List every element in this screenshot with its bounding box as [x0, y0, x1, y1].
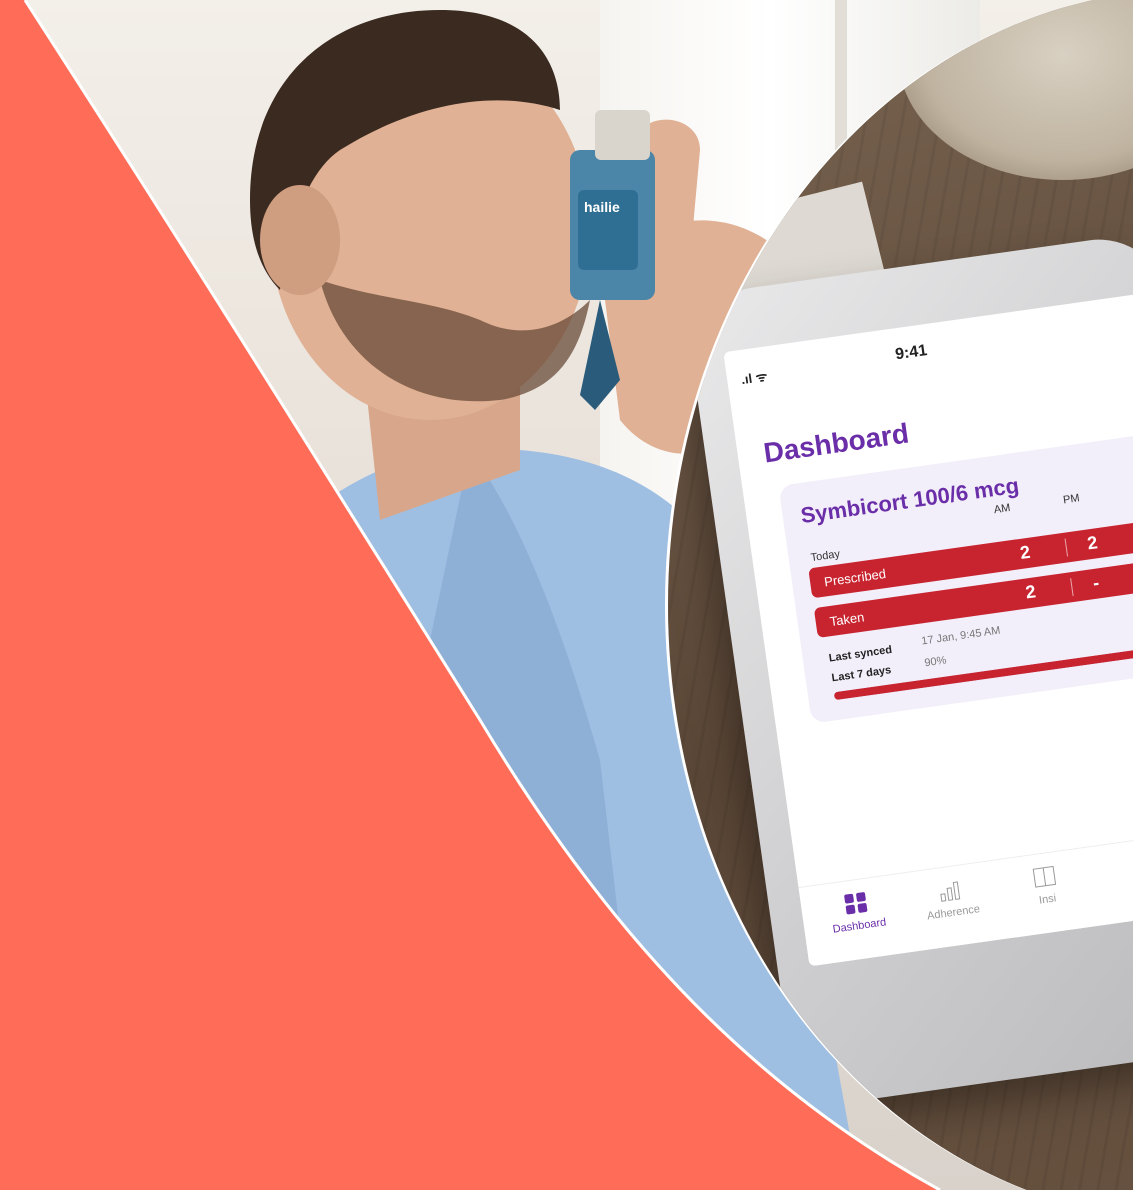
- grid-icon: [844, 892, 868, 915]
- taken-pm: -: [1091, 572, 1101, 594]
- last-synced-value: 17 Jan, 9:45 AM: [920, 624, 1002, 648]
- divider: [1070, 578, 1074, 597]
- am-header: AM: [993, 501, 1012, 517]
- tab-dashboard[interactable]: Dashboard: [810, 886, 905, 938]
- prescribed-label: Prescribed: [823, 565, 887, 590]
- tab-adherence[interactable]: Adherence: [904, 873, 999, 925]
- last-7-days-value: 90%: [923, 654, 948, 670]
- prescribed-pm: 2: [1086, 532, 1099, 554]
- calendar-icon: [1032, 865, 1057, 888]
- bar-chart-icon: [940, 881, 961, 902]
- medication-name: Symbicort 100/6 mcg: [799, 472, 1021, 529]
- taken-label: Taken: [828, 609, 866, 630]
- today-label: Today: [809, 548, 841, 565]
- taken-am: 2: [1024, 581, 1038, 603]
- tab-label: Dashboard: [831, 916, 887, 936]
- tab-insights[interactable]: Insi: [998, 860, 1093, 912]
- pm-header: PM: [1062, 492, 1081, 507]
- hero-image: hailie .ıl ᯤ 9:41 Dashboard Symbicort 10…: [0, 0, 1133, 1190]
- tab-label: Insi: [1038, 892, 1057, 907]
- status-bar: .ıl ᯤ 9:41: [726, 309, 1133, 394]
- phone-circle: .ıl ᯤ 9:41 Dashboard Symbicort 100/6 mcg…: [665, 0, 1133, 1190]
- divider: [1064, 538, 1069, 557]
- medication-card[interactable]: Symbicort 100/6 mcg AM PM Today Prescrib…: [778, 427, 1133, 724]
- tab-label: Adherence: [926, 903, 981, 923]
- phone-screen: .ıl ᯤ 9:41 Dashboard Symbicort 100/6 mcg…: [723, 291, 1133, 967]
- last-synced-label: Last synced: [828, 643, 893, 665]
- bottom-tab-bar: Dashboard Adherence Insi: [798, 825, 1133, 967]
- last-7-days-label: Last 7 days: [830, 664, 892, 685]
- prescribed-am: 2: [1018, 541, 1032, 563]
- page-title: Dashboard: [761, 417, 911, 469]
- signal-wifi-icon: .ıl ᯤ: [740, 368, 769, 388]
- status-time: 9:41: [894, 342, 929, 364]
